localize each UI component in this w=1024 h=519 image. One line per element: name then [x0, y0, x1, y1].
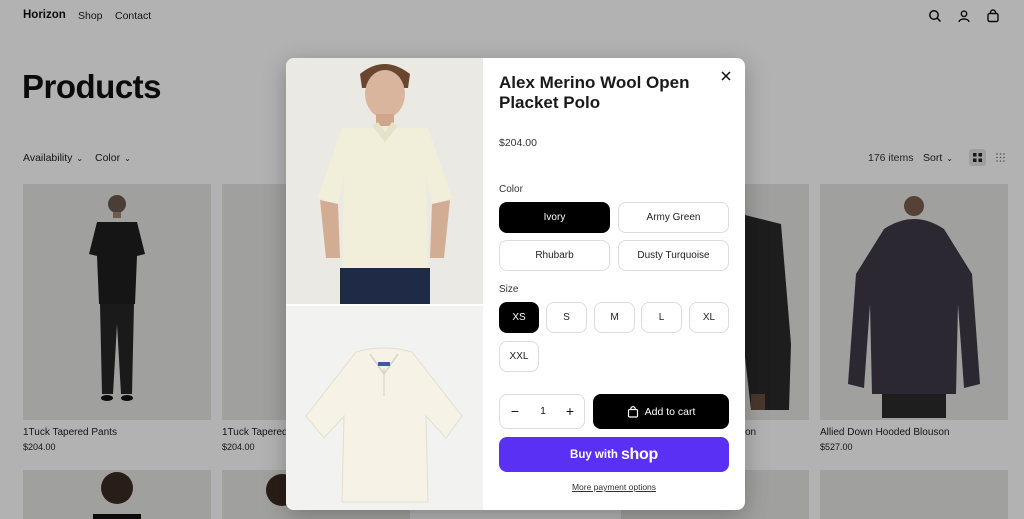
product-photo-flat — [286, 306, 483, 510]
shop-logo: shop — [620, 445, 658, 463]
quantity-value[interactable]: 1 — [534, 406, 552, 417]
color-label: Color — [499, 184, 523, 195]
size-option-s[interactable]: S — [546, 302, 587, 333]
decrease-quantity-button[interactable]: − — [507, 404, 523, 420]
size-option-xl[interactable]: XL — [689, 302, 729, 333]
buy-with-label: Buy with — [570, 448, 618, 461]
quantity-stepper: − 1 + — [499, 394, 585, 429]
color-option-rhubarb[interactable]: Rhubarb — [499, 240, 610, 271]
size-option-l[interactable]: L — [641, 302, 682, 333]
flat-lay-photo — [286, 306, 483, 510]
product-price: $204.00 — [499, 137, 537, 149]
color-option-army-green[interactable]: Army Green — [618, 202, 729, 233]
shop-pay-button[interactable]: Buy with shop — [499, 437, 729, 472]
color-option-ivory[interactable]: Ivory — [499, 202, 610, 233]
add-to-cart-button[interactable]: Add to cart — [593, 394, 729, 429]
color-option-dusty-turquoise[interactable]: Dusty Turquoise — [618, 240, 729, 271]
size-option-m[interactable]: M — [594, 302, 635, 333]
more-payment-options-link[interactable]: More payment options — [499, 482, 729, 492]
product-title[interactable]: Alex Merino Wool Open Placket Polo — [499, 73, 709, 112]
size-label: Size — [499, 284, 519, 295]
size-option-xxl[interactable]: XXL — [499, 341, 539, 372]
bag-add-icon — [627, 405, 638, 418]
quick-view-modal: Alex Merino Wool Open Placket Polo $204.… — [286, 58, 745, 510]
product-media — [286, 58, 483, 510]
increase-quantity-button[interactable]: + — [562, 404, 578, 420]
model-photo — [286, 58, 483, 304]
product-info: Alex Merino Wool Open Placket Polo $204.… — [499, 58, 729, 510]
size-option-xs[interactable]: XS — [499, 302, 539, 333]
add-to-cart-label: Add to cart — [644, 405, 696, 418]
product-photo-model — [286, 58, 483, 304]
